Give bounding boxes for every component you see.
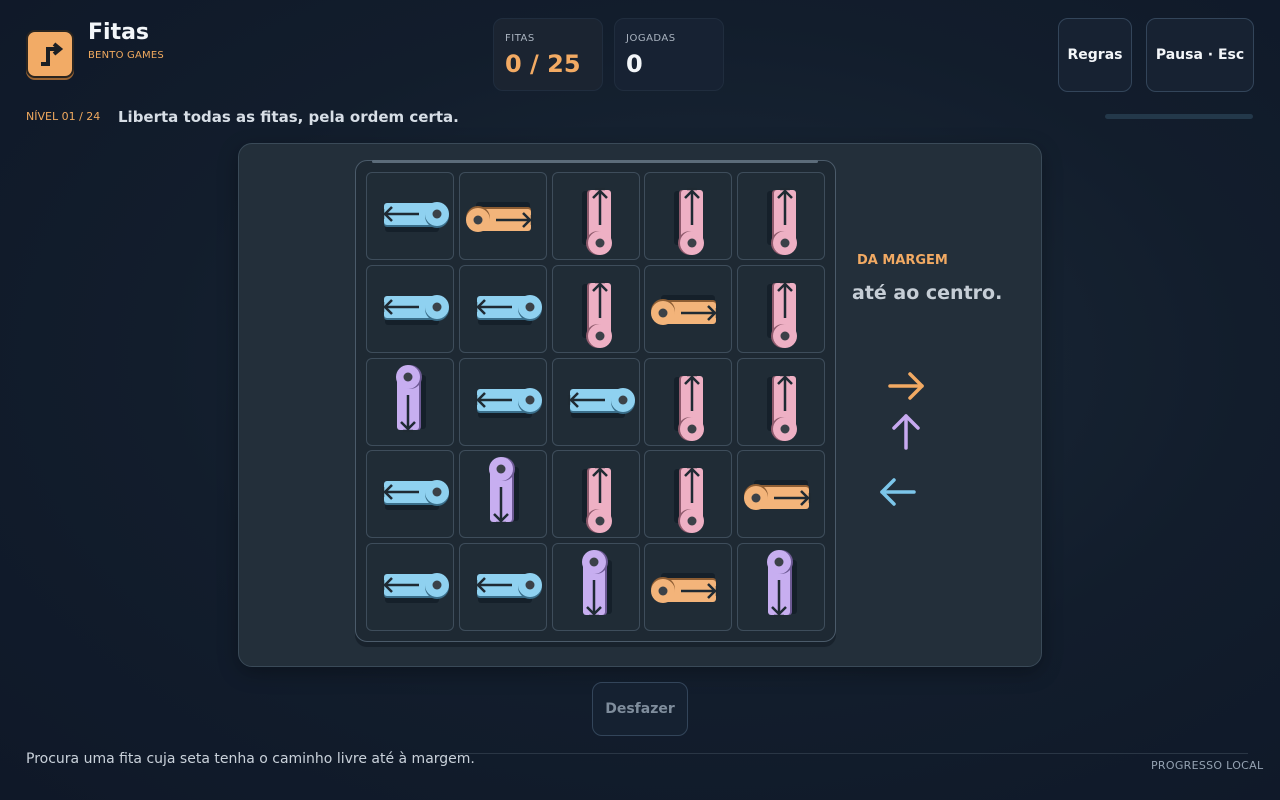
jogadas-value: 0: [626, 50, 643, 78]
level-instruction: Liberta todas as fitas, pela ordem certa…: [118, 108, 459, 126]
ribbon-pink-up: [674, 373, 705, 441]
hint-arrow-left-icon: [880, 478, 916, 506]
hint-arrow-right-icon: [888, 372, 924, 400]
footer-divider: [455, 753, 1248, 754]
rules-button[interactable]: Regras: [1058, 18, 1132, 92]
undo-button[interactable]: Desfazer: [592, 682, 688, 736]
ribbon-cell[interactable]: [551, 172, 640, 260]
ribbon-pink-up: [581, 187, 612, 255]
ribbon-blue-left: [381, 294, 449, 325]
ribbon-blue-left: [567, 387, 635, 418]
ribbon-blue-left: [381, 480, 449, 511]
ribbon-cell[interactable]: [644, 172, 733, 260]
ribbon-cell[interactable]: [551, 450, 640, 539]
ribbon-cell[interactable]: [366, 264, 454, 353]
level-progress-bar: [1105, 114, 1253, 119]
fitas-label: FITAS: [505, 33, 535, 44]
ribbon-cell[interactable]: [458, 264, 547, 353]
ribbon-cell[interactable]: [644, 543, 733, 631]
ribbon-pink-up: [674, 187, 705, 255]
ribbon-purple-down: [488, 457, 519, 525]
hint-arrow-up-icon: [892, 414, 920, 450]
ribbon-cell[interactable]: [737, 172, 825, 260]
ribbon-cell[interactable]: [737, 357, 825, 446]
ribbon-orange-right: [651, 294, 719, 325]
app-subtitle: BENTO GAMES: [88, 50, 164, 61]
ribbon-blue-left: [381, 202, 449, 232]
ribbon-pink-up: [674, 466, 705, 534]
ribbon-orange-right: [465, 202, 533, 232]
ribbon-cell[interactable]: [551, 357, 640, 446]
ribbon-cell[interactable]: [737, 543, 825, 631]
ribbon-cell[interactable]: [366, 450, 454, 539]
ribbon-pink-up: [581, 280, 612, 348]
ribbon-orange-right: [651, 573, 719, 603]
ribbon-cell[interactable]: [458, 172, 547, 260]
jogadas-counter: JOGADAS 0: [614, 18, 724, 91]
jogadas-label: JOGADAS: [626, 33, 676, 44]
app-title: Fitas: [88, 20, 150, 45]
ribbon-cell[interactable]: [644, 264, 733, 353]
pause-button[interactable]: Pausa · Esc: [1146, 18, 1254, 92]
ribbon-blue-left: [474, 294, 542, 325]
ribbon-cell[interactable]: [644, 357, 733, 446]
ribbon-cell[interactable]: [366, 172, 454, 260]
ribbon-orange-right: [744, 480, 812, 511]
ribbon-blue-left: [474, 573, 542, 603]
hint-title: DA MARGEM: [857, 253, 948, 268]
ribbon-cell[interactable]: [737, 450, 825, 539]
ribbon-pink-up: [581, 466, 612, 534]
app-logo: [26, 30, 74, 78]
ribbon-purple-down: [581, 550, 612, 618]
ribbon-cell[interactable]: [458, 357, 547, 446]
ribbon-cell[interactable]: [458, 450, 547, 539]
fitas-counter: FITAS 0 / 25: [493, 18, 603, 91]
ribbon-pink-up: [767, 187, 797, 255]
level-indicator: NÍVEL 01 / 24: [26, 110, 101, 123]
ribbon-pink-up: [767, 373, 797, 441]
footer-hint: Procura uma fita cuja seta tenha o camin…: [26, 751, 475, 767]
ribbon-purple-down: [396, 364, 426, 432]
ribbon-blue-left: [474, 387, 542, 418]
ribbon-cell[interactable]: [458, 543, 547, 631]
ribbon-purple-down: [767, 550, 797, 618]
turn-arrow-icon: [41, 42, 64, 66]
ribbon-pink-up: [767, 280, 797, 348]
ribbon-cell[interactable]: [644, 450, 733, 539]
fitas-value: 0 / 25: [505, 50, 581, 78]
ribbon-cell[interactable]: [551, 264, 640, 353]
ribbon-cell[interactable]: [737, 264, 825, 353]
progress-local-label: PROGRESSO LOCAL: [1151, 759, 1264, 772]
ribbon-blue-left: [381, 573, 449, 603]
ribbon-cell[interactable]: [366, 357, 454, 446]
ribbon-cell[interactable]: [551, 543, 640, 631]
ribbon-cell[interactable]: [366, 543, 454, 631]
hint-text: até ao centro.: [852, 282, 1003, 304]
grid-top-rail: [372, 160, 818, 163]
